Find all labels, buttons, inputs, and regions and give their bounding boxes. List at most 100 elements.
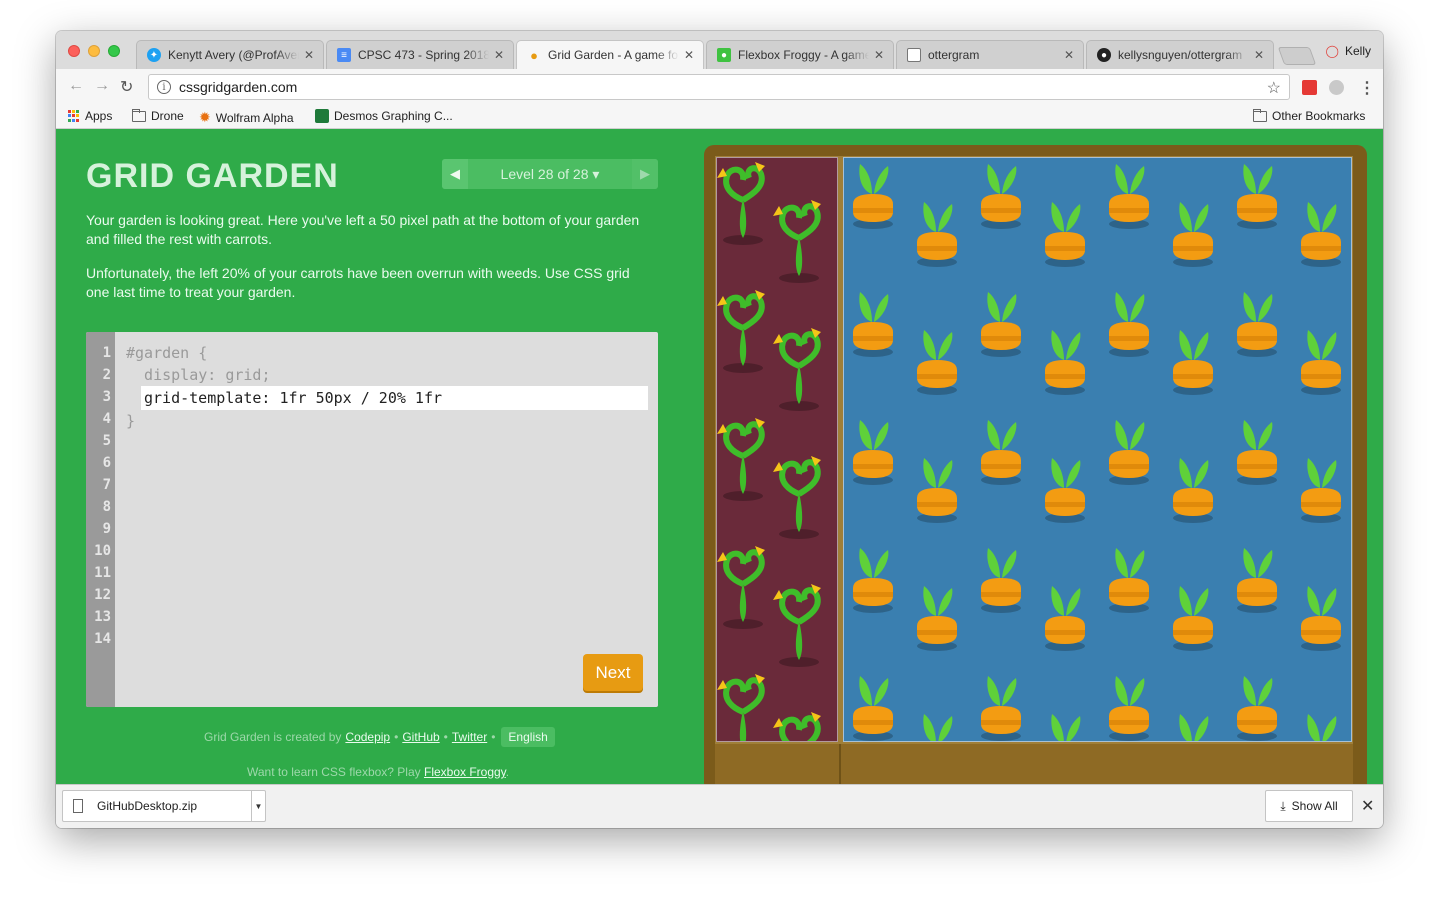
- forward-icon[interactable]: →: [94, 77, 110, 95]
- browser-menu-icon[interactable]: ⋮: [1359, 78, 1375, 98]
- carrot-icon: [1168, 326, 1218, 401]
- css-answer-input[interactable]: [141, 386, 648, 410]
- carrot-icon: [1232, 416, 1282, 491]
- chevron-down-icon: ▾: [592, 165, 600, 182]
- instructions-paragraph: Your garden is looking great. Here you'v…: [86, 212, 640, 247]
- level-indicator[interactable]: Level 28 of 28 ▾: [468, 166, 632, 183]
- carrot-icon: [1232, 288, 1282, 363]
- desmos-icon: [315, 109, 329, 123]
- carrot-icon: [1040, 454, 1090, 529]
- new-tab-button[interactable]: [1277, 47, 1317, 65]
- close-tab-icon[interactable]: ✕: [873, 48, 885, 62]
- carrot-area: [843, 157, 1352, 742]
- carrot-icon: [976, 160, 1026, 235]
- previous-level-icon[interactable]: ◀: [442, 159, 468, 189]
- weed-icon: [771, 324, 833, 419]
- close-window-button[interactable]: [68, 45, 80, 57]
- garden-path: [715, 744, 1353, 784]
- code-line: display: grid;: [126, 366, 271, 384]
- close-tab-icon[interactable]: ✕: [303, 48, 315, 62]
- path-divider: [839, 744, 841, 784]
- carrot-icon: [976, 416, 1026, 491]
- download-item[interactable]: GitHubDesktop.zip ▼: [62, 790, 266, 822]
- bookmark-star-icon[interactable]: ☆: [1267, 78, 1281, 98]
- carrot-icon: [848, 672, 898, 741]
- close-tab-icon[interactable]: ✕: [1063, 48, 1075, 62]
- carrot-icon: [1168, 198, 1218, 273]
- carrot-icon: [912, 582, 962, 657]
- show-all-button[interactable]: ⤓ Show All: [1265, 790, 1353, 822]
- carrot-icon: [1296, 198, 1346, 273]
- profile-button[interactable]: ◯ Kelly: [1326, 44, 1371, 58]
- tab-grid-garden[interactable]: ● Grid Garden - A game for learning CSS …: [516, 40, 704, 69]
- close-tab-icon[interactable]: ✕: [493, 48, 505, 62]
- github-link[interactable]: GitHub: [402, 730, 439, 744]
- frog-icon: ●: [717, 48, 731, 62]
- separator-dot: •: [443, 730, 448, 744]
- tab-cpsc473[interactable]: ≡ CPSC 473 - Spring 2018 ✕: [326, 40, 514, 69]
- weed-icon: [717, 158, 777, 253]
- tab-title: Flexbox Froggy - A game for learning CSS…: [738, 48, 869, 62]
- bookmark-label: Desmos Graphing C...: [334, 109, 453, 123]
- tab-ottergram[interactable]: ottergram ✕: [896, 40, 1084, 69]
- carrot-icon: [976, 544, 1026, 619]
- extension-drive-icon[interactable]: [1329, 80, 1344, 95]
- line-number: 7: [102, 477, 111, 493]
- line-number: 11: [94, 565, 111, 581]
- weed-icon: [717, 670, 777, 741]
- tab-strip: ✦ Kenytt Avery (@ProfAvery) | Twitter ✕ …: [56, 31, 1383, 69]
- weeds-area: [716, 157, 838, 742]
- tab-github-ottergram[interactable]: ● kellysnguyen/ottergram ✕: [1086, 40, 1274, 69]
- chevron-down-icon[interactable]: ▼: [251, 791, 265, 821]
- page-icon: [907, 48, 921, 62]
- site-info-icon[interactable]: i: [157, 80, 171, 94]
- close-tab-icon[interactable]: ✕: [683, 48, 695, 62]
- bookmark-apps[interactable]: Apps: [68, 109, 112, 123]
- twitter-link[interactable]: Twitter: [452, 730, 487, 744]
- download-filename: GitHubDesktop.zip: [97, 799, 198, 813]
- line-number: 14: [94, 631, 111, 647]
- bookmark-other[interactable]: Other Bookmarks: [1253, 108, 1365, 123]
- credits-text: Grid Garden is created by: [204, 730, 342, 744]
- carrot-icon: [1296, 710, 1346, 741]
- minimize-window-button[interactable]: [88, 45, 100, 57]
- profile-name: Kelly: [1344, 44, 1371, 58]
- carrot-icon: [1104, 416, 1154, 491]
- next-level-icon[interactable]: ▶: [632, 159, 658, 189]
- download-shelf: GitHubDesktop.zip ▼ ⤓ Show All ✕: [56, 784, 1383, 828]
- line-number: 2: [102, 367, 111, 383]
- tab-title: CPSC 473 - Spring 2018: [358, 48, 489, 62]
- carrot-icon: [1040, 326, 1090, 401]
- maximize-window-button[interactable]: [108, 45, 120, 57]
- separator-dot: •: [491, 730, 496, 744]
- flexbox-froggy-link[interactable]: Flexbox Froggy: [424, 765, 506, 779]
- line-number: 4: [102, 411, 111, 427]
- back-icon[interactable]: ←: [68, 77, 84, 95]
- carrot-icon: [1296, 454, 1346, 529]
- carrot-icon: [912, 198, 962, 273]
- language-button[interactable]: English: [501, 727, 555, 747]
- bookmark-drone[interactable]: Drone: [132, 108, 184, 123]
- tab-title: kellysnguyen/ottergram: [1118, 48, 1243, 62]
- weed-icon: [771, 708, 833, 741]
- twitter-icon: ✦: [147, 48, 161, 62]
- carrot-icon: [912, 326, 962, 401]
- page-title: GRID GARDEN: [86, 157, 339, 195]
- extension-red-icon[interactable]: [1302, 80, 1317, 95]
- bookmark-wolfram[interactable]: ✹ Wolfram Alpha: [199, 109, 294, 126]
- close-icon[interactable]: ✕: [1361, 796, 1374, 816]
- line-number: 10: [94, 543, 111, 559]
- bookmark-desmos[interactable]: Desmos Graphing C...: [315, 109, 453, 123]
- level-navigator: ◀ Level 28 of 28 ▾ ▶: [442, 159, 658, 189]
- codepip-link[interactable]: Codepip: [345, 730, 390, 744]
- reload-icon[interactable]: ↻: [120, 77, 133, 97]
- garden-board: [715, 156, 1353, 784]
- address-bar[interactable]: i cssgridgarden.com ☆: [148, 74, 1290, 100]
- tab-twitter[interactable]: ✦ Kenytt Avery (@ProfAvery) | Twitter ✕: [136, 40, 324, 69]
- tab-flexbox-froggy[interactable]: ● Flexbox Froggy - A game for learning C…: [706, 40, 894, 69]
- close-tab-icon[interactable]: ✕: [1253, 48, 1265, 62]
- next-button[interactable]: Next: [583, 654, 643, 691]
- weed-icon: [717, 414, 777, 509]
- weed-icon: [717, 542, 777, 637]
- github-icon: ●: [1097, 48, 1111, 62]
